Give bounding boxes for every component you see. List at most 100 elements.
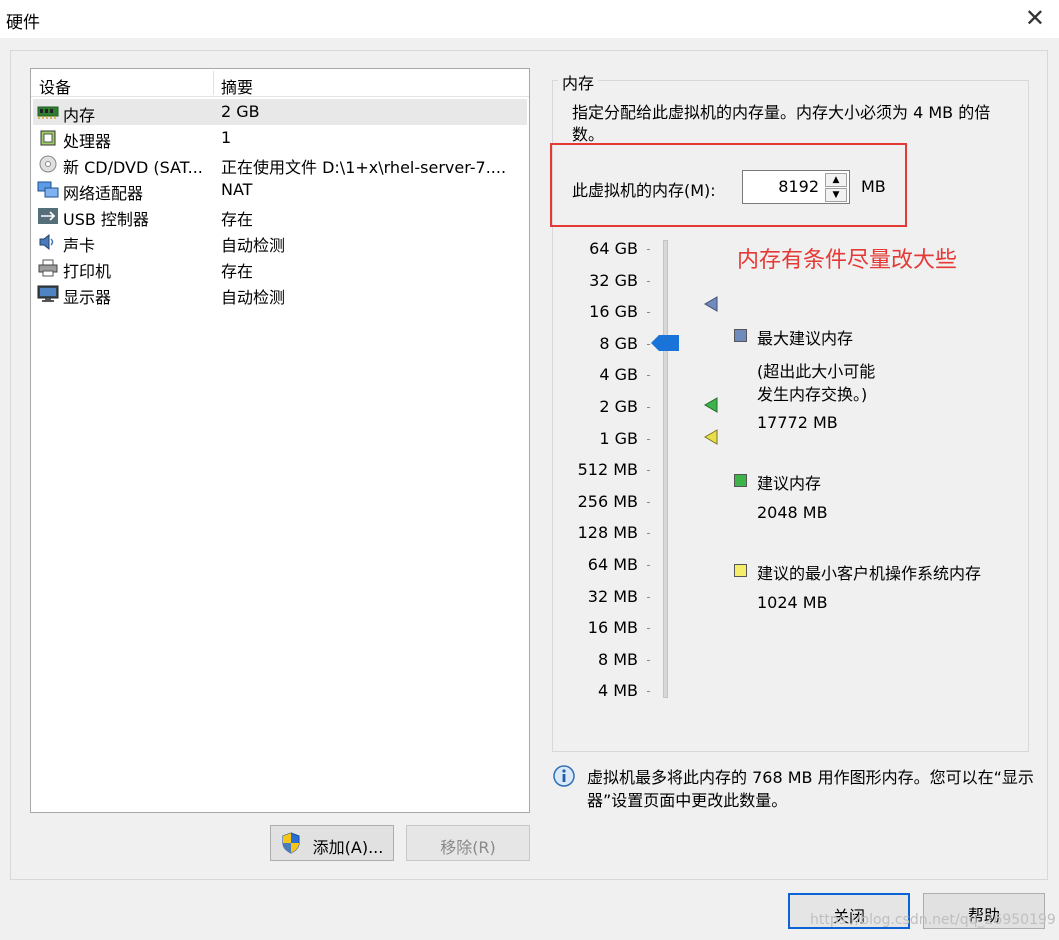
device-row-sound-card[interactable]: 声卡 自动检测 <box>33 229 527 255</box>
add-device-button[interactable]: 添加(A)... <box>270 825 394 861</box>
scale-tick <box>647 375 650 377</box>
device-name: 声卡 <box>63 236 96 255</box>
scale-tick <box>647 501 650 503</box>
scale-label: 16 GB <box>589 302 638 322</box>
memory-icon <box>37 106 59 119</box>
device-row-network-adapter[interactable]: 网络适配器 NAT <box>33 177 527 203</box>
scale-label: 8 MB <box>597 649 638 669</box>
scale-tick <box>647 596 650 598</box>
scale-label: 128 MB <box>577 523 638 543</box>
column-separator[interactable] <box>213 71 214 95</box>
device-name: USB 控制器 <box>63 210 149 229</box>
list-header: 设备 摘要 <box>31 69 529 97</box>
scale-tick <box>647 249 650 250</box>
memory-slider-track[interactable] <box>663 240 668 698</box>
device-summary: 自动检测 <box>221 236 286 255</box>
memory-spin-down-icon[interactable]: ▼ <box>825 188 847 202</box>
scale-label: 64 MB <box>587 555 638 574</box>
sound-card-icon <box>39 233 54 251</box>
scale-label: 32 GB <box>589 270 638 290</box>
info-icon <box>553 765 575 787</box>
scale-tick <box>647 628 650 630</box>
remove-device-button[interactable]: 移除(R) <box>406 825 530 861</box>
memory-slider-thumb[interactable] <box>650 334 680 352</box>
recommended-legend-icon <box>734 474 747 487</box>
device-row-cd-dvd[interactable]: 新 CD/DVD (SAT... 正在使用文件 D:\1+x\rhel-serv… <box>33 151 527 177</box>
minimum-label: 建议的最小客户机操作系统内存 <box>757 564 982 583</box>
scale-tick <box>647 659 650 661</box>
scale-tick <box>647 407 650 408</box>
device-name: 处理器 <box>63 132 112 151</box>
recommended-value: 2048 MB <box>757 503 828 522</box>
usb-icon <box>38 208 58 224</box>
scale-label: 16 MB <box>587 618 638 638</box>
network-adapter-icon <box>37 181 59 198</box>
minimum-marker-icon <box>704 429 718 445</box>
window-title: 硬件 <box>6 13 40 33</box>
device-summary: 1 <box>221 128 232 147</box>
max-recommended-label: 最大建议内存 <box>757 329 854 348</box>
device-row-memory[interactable]: 内存 2 GB <box>33 99 527 125</box>
cd-dvd-icon <box>39 155 57 173</box>
max-recommended-note-2: 发生内存交换。) <box>757 385 868 404</box>
scale-label: 256 MB <box>577 491 638 511</box>
remove-button-label: 移除(R) <box>440 838 496 857</box>
device-name: 内存 <box>63 106 96 125</box>
device-summary: 存在 <box>221 210 254 229</box>
device-summary: NAT <box>221 180 253 199</box>
scale-tick <box>647 438 650 440</box>
device-summary: 自动检测 <box>221 288 286 307</box>
scale-label: 8 GB <box>599 333 638 353</box>
device-name: 新 CD/DVD (SAT... <box>63 158 203 177</box>
device-name: 打印机 <box>63 262 112 281</box>
display-icon <box>37 285 59 302</box>
scale-tick <box>647 691 650 693</box>
minimum-value: 1024 MB <box>757 593 828 612</box>
device-row-display[interactable]: 显示器 自动检测 <box>33 281 527 307</box>
device-name: 网络适配器 <box>63 184 144 203</box>
graphics-memory-info: 虚拟机最多将此内存的 768 MB 用作图形内存。您可以在“显示器”设置页面中更… <box>587 768 1034 810</box>
printer-icon <box>38 259 58 277</box>
memory-field-label: 此虚拟机的内存(M): <box>572 181 716 200</box>
device-name: 显示器 <box>63 288 112 307</box>
column-header-device[interactable]: 设备 <box>39 74 71 98</box>
minimum-legend-icon <box>734 564 747 577</box>
device-row-printer[interactable]: 打印机 存在 <box>33 255 527 281</box>
scale-label: 2 GB <box>599 397 638 416</box>
memory-spin-up-icon[interactable]: ▲ <box>825 173 847 187</box>
max-recommended-value: 17772 MB <box>757 413 838 432</box>
scale-tick <box>647 312 650 314</box>
device-list[interactable]: 设备 摘要 内存 2 GB 处理器 1 新 CD/DVD (SAT... 正在使… <box>30 68 530 813</box>
recommended-marker-icon <box>704 397 718 413</box>
scale-label: 4 MB <box>597 681 638 701</box>
device-summary: 正在使用文件 D:\1+x\rhel-server-7.... <box>221 158 507 177</box>
max-recommended-marker-icon <box>704 296 718 312</box>
memory-size-value: 8192 <box>778 177 819 196</box>
column-header-summary[interactable]: 摘要 <box>221 74 253 98</box>
device-row-processor[interactable]: 处理器 1 <box>33 125 527 151</box>
recommended-label: 建议内存 <box>757 474 822 493</box>
memory-group-title: 内存 <box>558 70 599 94</box>
max-recommended-note-1: (超出此大小可能 <box>757 362 876 381</box>
red-annotation-text: 内存有条件尽量改大些 <box>737 248 958 273</box>
watermark: https://blog.csdn.net/qq_26950199 <box>810 912 1056 928</box>
scale-label: 4 GB <box>599 365 638 385</box>
title-bar: 硬件 ✕ <box>0 0 1059 38</box>
max-recommended-legend-icon <box>734 329 747 342</box>
processor-icon <box>40 130 56 146</box>
scale-label: 512 MB <box>577 460 638 480</box>
device-summary: 存在 <box>221 262 254 281</box>
scale-label: 64 GB <box>589 239 638 258</box>
memory-size-input[interactable]: 8192 ▲ ▼ <box>742 170 850 204</box>
add-button-label: 添加(A)... <box>312 838 384 857</box>
device-row-usb-controller[interactable]: USB 控制器 存在 <box>33 203 527 229</box>
scale-label: 1 GB <box>599 428 638 448</box>
scale-label: 32 MB <box>587 586 638 606</box>
scale-tick <box>647 565 650 566</box>
window-close-icon[interactable]: ✕ <box>1025 4 1045 32</box>
scale-tick <box>647 470 650 472</box>
memory-description: 指定分配给此虚拟机的内存量。内存大小必须为 4 MB 的倍数。 <box>572 103 991 144</box>
scale-tick <box>647 533 650 535</box>
memory-unit-label: MB <box>861 177 886 196</box>
scale-tick <box>647 280 650 282</box>
